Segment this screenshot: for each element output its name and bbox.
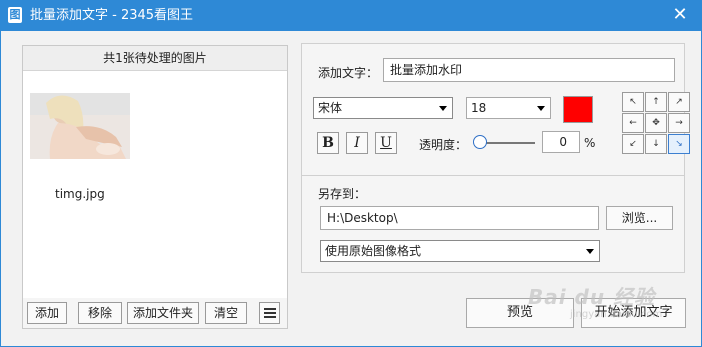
position-center-icon[interactable]: ✥ bbox=[645, 113, 667, 133]
image-filename: timg.jpg bbox=[55, 187, 105, 201]
chevron-down-icon bbox=[537, 106, 545, 111]
italic-button[interactable]: I bbox=[346, 132, 368, 154]
save-path-input[interactable]: H:\Desktop\ bbox=[320, 206, 599, 230]
font-size-value: 18 bbox=[471, 101, 487, 115]
watermark-url: jingyan.baidu.com bbox=[570, 309, 663, 320]
font-size-select[interactable]: 18 bbox=[466, 97, 551, 119]
browse-button[interactable]: 浏览... bbox=[606, 206, 673, 230]
add-folder-button[interactable]: 添加文件夹 bbox=[127, 302, 199, 324]
chevron-down-icon bbox=[439, 106, 447, 111]
position-top-left-icon[interactable]: ↖ bbox=[622, 92, 644, 112]
image-list-panel: 共1张待处理的图片 timg.jpg 添加 移除 添加文件夹 清空 bbox=[22, 45, 288, 329]
font-family-value: 宋体 bbox=[318, 101, 343, 115]
position-bottom-right-icon[interactable]: ↘ bbox=[668, 134, 690, 154]
window-title: 批量添加文字 - 2345看图王 bbox=[30, 8, 194, 23]
list-view-icon[interactable] bbox=[259, 302, 280, 324]
position-top-right-icon[interactable]: ↗ bbox=[668, 92, 690, 112]
chevron-down-icon bbox=[586, 249, 594, 254]
image-count-header: 共1张待处理的图片 bbox=[23, 46, 287, 71]
image-thumbnail[interactable] bbox=[30, 93, 130, 159]
text-color-picker[interactable] bbox=[563, 96, 593, 123]
opacity-slider-track[interactable] bbox=[480, 142, 535, 144]
text-settings-panel: 添加文字： 批量添加水印 宋体 18 B I U 透明度： 0 % ↖ ↑ ↗ … bbox=[301, 43, 690, 181]
baidu-jingyan-watermark: Bai du 经验 jingyan.baidu.com bbox=[528, 281, 698, 331]
watermark-text-input[interactable]: 批量添加水印 bbox=[383, 58, 675, 82]
position-bottom-center-icon[interactable]: ↓ bbox=[645, 134, 667, 154]
image-list-toolbar: 添加 移除 添加文件夹 清空 bbox=[23, 298, 287, 328]
remove-image-button[interactable]: 移除 bbox=[78, 302, 122, 324]
font-family-select[interactable]: 宋体 bbox=[313, 97, 453, 119]
position-grid: ↖ ↑ ↗ ← ✥ → ↙ ↓ ↘ bbox=[622, 92, 691, 155]
app-icon: 图 bbox=[8, 7, 22, 23]
position-top-center-icon[interactable]: ↑ bbox=[645, 92, 667, 112]
text-label: 添加文字： bbox=[318, 66, 379, 80]
save-settings-panel: 另存到： H:\Desktop\ 浏览... 使用原始图像格式 bbox=[301, 175, 685, 273]
underline-button[interactable]: U bbox=[375, 132, 397, 154]
add-image-button[interactable]: 添加 bbox=[27, 302, 67, 324]
position-middle-left-icon[interactable]: ← bbox=[622, 113, 644, 133]
image-format-value: 使用原始图像格式 bbox=[325, 244, 422, 258]
opacity-slider-handle[interactable] bbox=[473, 135, 487, 149]
watermark-logo: Bai du 经验 bbox=[528, 285, 656, 309]
image-format-select[interactable]: 使用原始图像格式 bbox=[320, 240, 600, 262]
save-to-label: 另存到： bbox=[318, 187, 367, 201]
position-middle-right-icon[interactable]: → bbox=[668, 113, 690, 133]
opacity-label: 透明度： bbox=[419, 138, 468, 152]
clear-list-button[interactable]: 清空 bbox=[205, 302, 247, 324]
opacity-unit: % bbox=[584, 136, 596, 150]
close-button[interactable]: ✕ bbox=[668, 3, 692, 27]
opacity-input[interactable]: 0 bbox=[542, 131, 580, 153]
position-bottom-left-icon[interactable]: ↙ bbox=[622, 134, 644, 154]
title-bar: 图 批量添加文字 - 2345看图王 ✕ bbox=[0, 0, 702, 31]
bold-button[interactable]: B bbox=[317, 132, 339, 154]
